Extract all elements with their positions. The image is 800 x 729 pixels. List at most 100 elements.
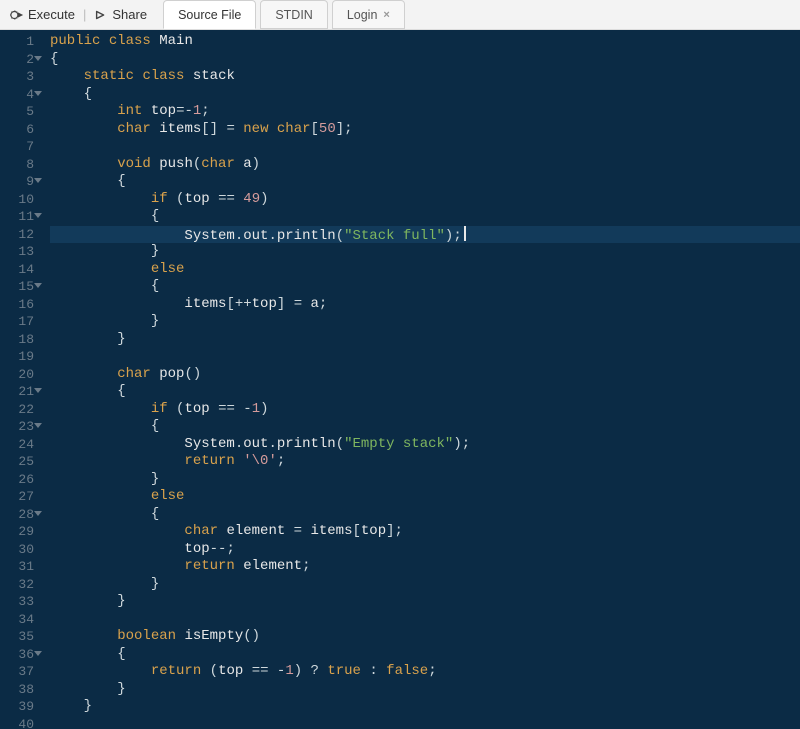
code-line[interactable]: int top=-1; (50, 103, 800, 121)
line-number: 5 (0, 103, 34, 121)
code-line[interactable]: items[++top] = a; (50, 296, 800, 314)
code-line[interactable]: { (50, 86, 800, 104)
code-line[interactable]: } (50, 593, 800, 611)
line-number: 21 (0, 383, 34, 401)
code-line[interactable]: static class stack (50, 68, 800, 86)
toolbar-separator: | (81, 7, 88, 22)
line-number: 4 (0, 86, 34, 104)
code-line[interactable]: return (top == -1) ? true : false; (50, 663, 800, 681)
line-number: 36 (0, 646, 34, 664)
close-icon[interactable]: × (383, 9, 389, 21)
code-line[interactable]: } (50, 681, 800, 699)
line-number: 11 (0, 208, 34, 226)
line-number: 37 (0, 663, 34, 681)
line-number: 33 (0, 593, 34, 611)
line-number-gutter: 1234567891011121314151617181920212223242… (0, 30, 44, 729)
tab-label: STDIN (275, 8, 313, 22)
toolbar: Execute | Share Source File STDIN Login … (0, 0, 800, 30)
line-number: 38 (0, 681, 34, 699)
code-line[interactable]: } (50, 576, 800, 594)
line-number: 28 (0, 506, 34, 524)
code-line[interactable]: System.out.println("Stack full"); (50, 226, 800, 244)
line-number: 20 (0, 366, 34, 384)
line-number: 9 (0, 173, 34, 191)
line-number: 16 (0, 296, 34, 314)
code-area[interactable]: public class Main{ static class stack { … (44, 30, 800, 729)
line-number: 25 (0, 453, 34, 471)
code-line[interactable]: top--; (50, 541, 800, 559)
line-number: 8 (0, 156, 34, 174)
code-line[interactable]: if (top == -1) (50, 401, 800, 419)
code-line[interactable] (50, 348, 800, 366)
tab-label: Login (347, 8, 378, 22)
line-number: 30 (0, 541, 34, 559)
code-line[interactable]: } (50, 243, 800, 261)
tab-source-file[interactable]: Source File (163, 0, 256, 29)
code-line[interactable] (50, 716, 800, 729)
code-line[interactable]: char pop() (50, 366, 800, 384)
line-number: 35 (0, 628, 34, 646)
line-number: 29 (0, 523, 34, 541)
line-number: 1 (0, 33, 34, 51)
line-number: 40 (0, 716, 34, 729)
code-line[interactable]: { (50, 51, 800, 69)
line-number: 14 (0, 261, 34, 279)
code-line[interactable]: { (50, 506, 800, 524)
line-number: 27 (0, 488, 34, 506)
line-number: 24 (0, 436, 34, 454)
code-line[interactable]: } (50, 698, 800, 716)
code-line[interactable]: public class Main (50, 33, 800, 51)
code-line[interactable]: { (50, 208, 800, 226)
line-number: 22 (0, 401, 34, 419)
code-line[interactable] (50, 611, 800, 629)
code-line[interactable]: return element; (50, 558, 800, 576)
code-line[interactable]: } (50, 313, 800, 331)
line-number: 19 (0, 348, 34, 366)
line-number: 12 (0, 226, 34, 244)
line-number: 39 (0, 698, 34, 716)
line-number: 7 (0, 138, 34, 156)
code-line[interactable]: else (50, 488, 800, 506)
tab-bar: Source File STDIN Login × (163, 0, 409, 29)
line-number: 10 (0, 191, 34, 209)
line-number: 17 (0, 313, 34, 331)
code-line[interactable] (50, 138, 800, 156)
line-number: 15 (0, 278, 34, 296)
code-line[interactable]: } (50, 331, 800, 349)
code-editor[interactable]: 1234567891011121314151617181920212223242… (0, 30, 800, 729)
code-line[interactable]: { (50, 173, 800, 191)
line-number: 26 (0, 471, 34, 489)
execute-button[interactable]: Execute (4, 0, 81, 29)
code-line[interactable]: { (50, 646, 800, 664)
share-label: Share (112, 7, 147, 22)
text-cursor (464, 226, 466, 241)
line-number: 6 (0, 121, 34, 139)
code-line[interactable]: } (50, 471, 800, 489)
gear-play-icon (10, 8, 24, 22)
code-line[interactable]: if (top == 49) (50, 191, 800, 209)
code-line[interactable]: { (50, 383, 800, 401)
code-line[interactable]: char items[] = new char[50]; (50, 121, 800, 139)
code-line[interactable]: return '\0'; (50, 453, 800, 471)
line-number: 13 (0, 243, 34, 261)
line-number: 23 (0, 418, 34, 436)
code-line[interactable]: else (50, 261, 800, 279)
code-line[interactable]: boolean isEmpty() (50, 628, 800, 646)
tab-login[interactable]: Login × (332, 0, 405, 29)
line-number: 31 (0, 558, 34, 576)
share-icon (94, 8, 108, 22)
tab-stdin[interactable]: STDIN (260, 0, 328, 29)
tab-label: Source File (178, 8, 241, 22)
code-line[interactable]: { (50, 418, 800, 436)
code-line[interactable]: char element = items[top]; (50, 523, 800, 541)
code-line[interactable]: { (50, 278, 800, 296)
code-line[interactable]: System.out.println("Empty stack"); (50, 436, 800, 454)
line-number: 34 (0, 611, 34, 629)
line-number: 18 (0, 331, 34, 349)
code-line[interactable]: void push(char a) (50, 156, 800, 174)
share-button[interactable]: Share (88, 0, 153, 29)
execute-label: Execute (28, 7, 75, 22)
line-number: 2 (0, 51, 34, 69)
line-number: 32 (0, 576, 34, 594)
line-number: 3 (0, 68, 34, 86)
